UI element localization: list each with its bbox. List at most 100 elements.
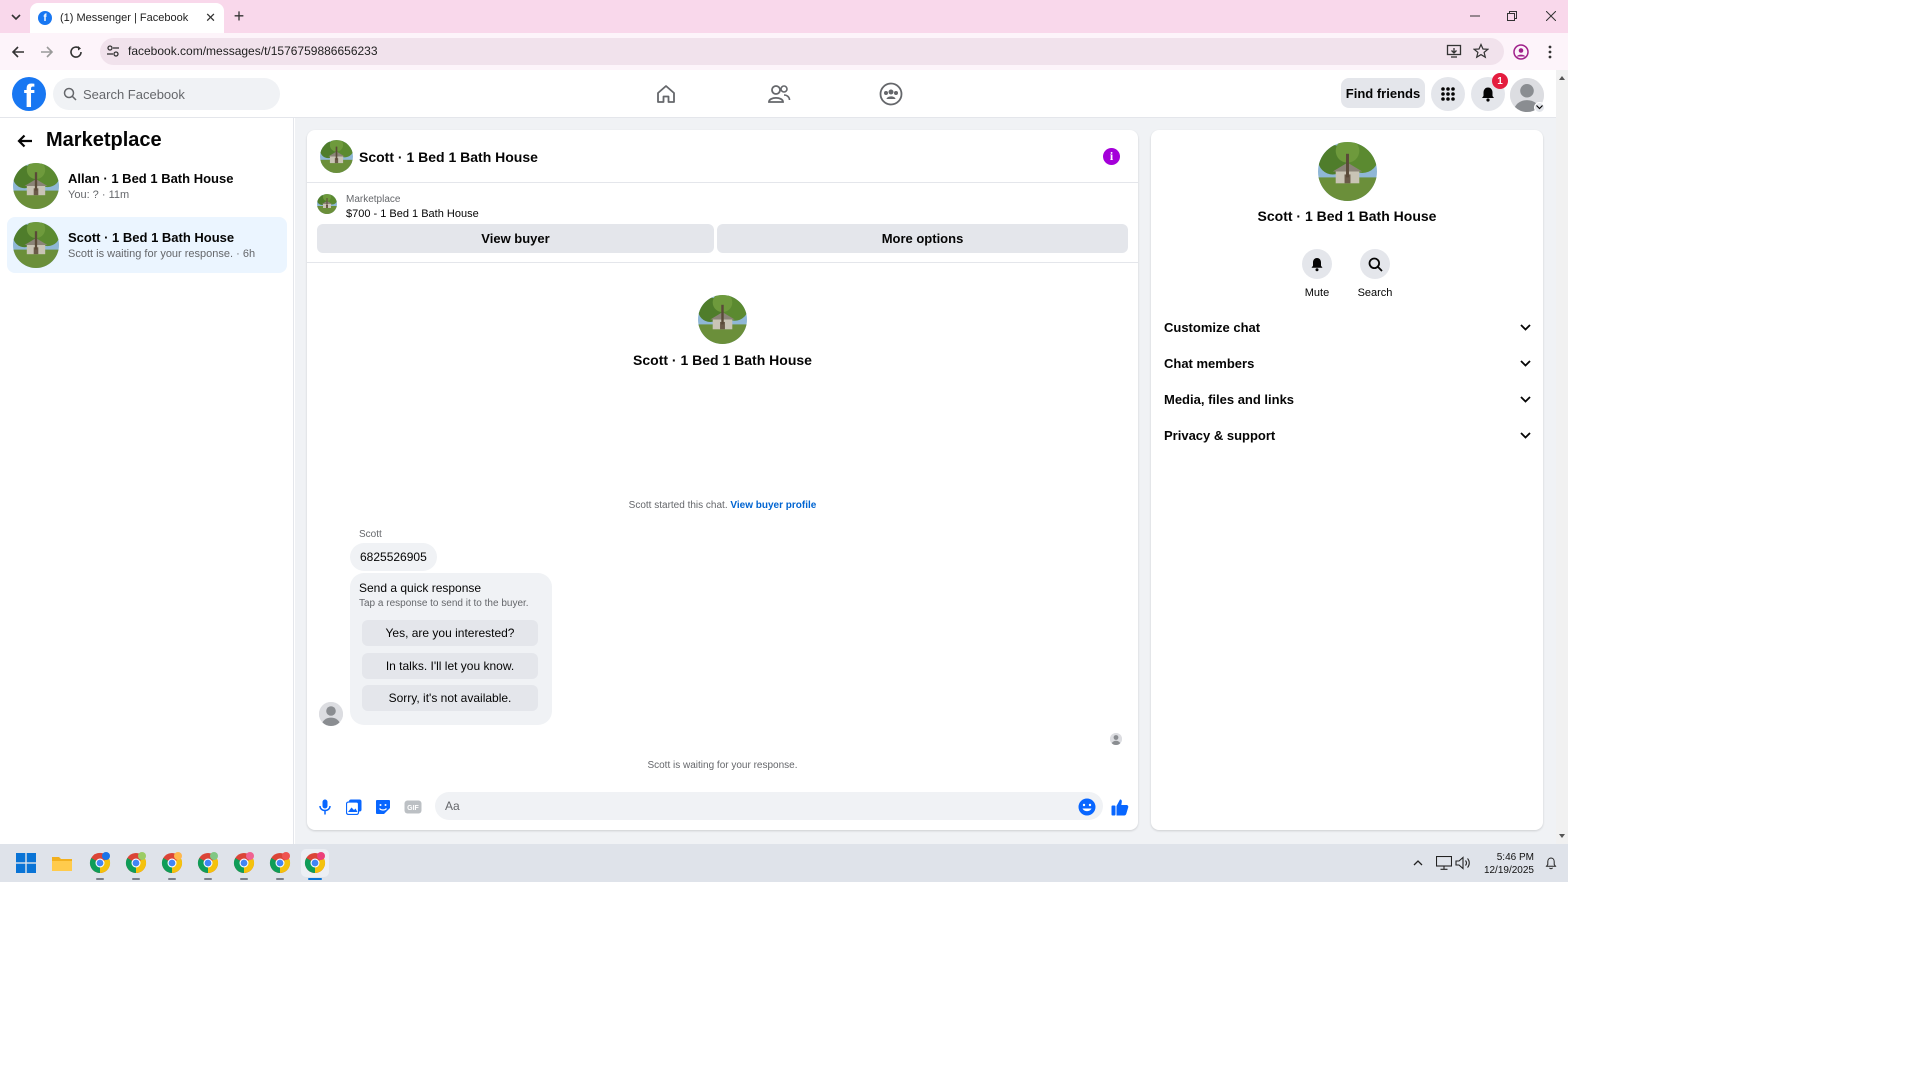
chat-header-thumbnail[interactable] [320, 140, 353, 173]
groups-icon[interactable] [876, 80, 906, 108]
url-text: facebook.com/messages/t/1576759886656233 [128, 44, 378, 58]
privacy-support-section[interactable]: Privacy & support [1164, 420, 1531, 450]
mute-action[interactable]: Mute [1287, 249, 1347, 299]
divider [307, 262, 1138, 263]
reload-icon[interactable] [66, 42, 86, 62]
quick-response-option[interactable]: In talks. I'll let you know. [362, 653, 538, 679]
bell-icon[interactable] [1302, 249, 1332, 279]
facebook-logo-icon[interactable]: f [12, 77, 46, 111]
notification-center-bell-icon[interactable] [1537, 849, 1565, 877]
view-buyer-profile-link[interactable]: View buyer profile [730, 500, 816, 511]
chat-started-notice: Scott started this chat. View buyer prof… [307, 500, 1138, 511]
details-thumbnail[interactable] [1318, 142, 1377, 201]
friends-icon[interactable] [764, 80, 794, 108]
chrome-profile-icon[interactable] [158, 849, 186, 877]
waiting-notice: Scott is waiting for your response. [647, 760, 798, 771]
minimize-icon[interactable] [1463, 5, 1487, 27]
find-friends-button[interactable]: Find friends [1341, 78, 1425, 108]
restore-icon[interactable] [1500, 5, 1524, 27]
listing-summary[interactable]: Marketplace $700 - 1 Bed 1 Bath House [317, 194, 479, 220]
sender-avatar[interactable] [319, 702, 343, 726]
listing-thumbnail [13, 222, 59, 268]
chat-details-panel: Scott · 1 Bed 1 Bath House Mute Search C… [1151, 130, 1543, 830]
home-icon[interactable] [651, 80, 681, 108]
browser-menu-icon[interactable] [1540, 42, 1560, 62]
show-hidden-icons-chevron-icon[interactable] [1404, 849, 1432, 877]
account-chevron-icon[interactable] [1534, 102, 1545, 113]
browser-tab-strip: f (1) Messenger | Facebook ✕ + [0, 0, 1568, 33]
message-input-box[interactable] [435, 792, 1103, 820]
message-input[interactable] [445, 799, 1045, 813]
chrome-profile-icon[interactable] [194, 849, 222, 877]
sidebar-header: Marketplace [16, 129, 162, 152]
browser-tab-messenger[interactable]: f (1) Messenger | Facebook ✕ [30, 3, 224, 33]
microphone-icon[interactable] [315, 797, 335, 817]
conversation-item-allan[interactable]: Allan · 1 Bed 1 Bath House You: ? · 11m [7, 158, 287, 214]
media-files-links-section[interactable]: Media, files and links [1164, 384, 1531, 414]
more-options-button[interactable]: More options [717, 224, 1128, 253]
tab-close-icon[interactable]: ✕ [205, 10, 216, 26]
quick-response-option[interactable]: Sorry, it's not available. [362, 685, 538, 711]
quick-response-option[interactable]: Yes, are you interested? [362, 620, 538, 646]
volume-icon[interactable] [1449, 849, 1477, 877]
active-indicator [308, 878, 322, 880]
chrome-profile-icon-active[interactable] [301, 849, 329, 877]
windows-start-icon[interactable] [12, 849, 40, 877]
gif-icon[interactable]: GIF [403, 797, 423, 817]
svg-text:GIF: GIF [407, 805, 419, 812]
conversation-item-scott[interactable]: Scott · 1 Bed 1 Bath House Scott is wait… [7, 217, 287, 273]
customize-chat-section[interactable]: Customize chat [1164, 312, 1531, 342]
quick-response-title: Send a quick response [359, 581, 482, 595]
quick-response-subtitle: Tap a response to send it to the buyer. [359, 598, 529, 609]
chrome-profile-icon[interactable] [266, 849, 294, 877]
back-arrow-icon[interactable] [16, 132, 34, 150]
search-action[interactable]: Search [1345, 249, 1405, 299]
window-close-icon[interactable] [1539, 5, 1563, 27]
back-arrow-icon[interactable] [8, 42, 28, 62]
message-bubble[interactable]: 6825526905 [350, 543, 437, 571]
conversation-name: Allan · 1 Bed 1 Bath House [68, 171, 234, 186]
running-indicator [204, 878, 212, 880]
profile-icon[interactable] [1511, 42, 1531, 62]
install-app-icon[interactable] [1446, 43, 1462, 59]
forward-arrow-icon[interactable] [37, 42, 57, 62]
site-settings-icon[interactable] [106, 44, 120, 58]
search-icon[interactable] [1360, 249, 1390, 279]
sidebar-title: Marketplace [46, 129, 162, 151]
facebook-search-box[interactable] [53, 78, 280, 110]
message-sender: Scott [359, 529, 382, 540]
listing-source: Marketplace [346, 194, 401, 205]
chevron-down-icon [1520, 431, 1531, 439]
file-explorer-icon[interactable] [48, 849, 76, 877]
sticker-icon[interactable] [373, 797, 393, 817]
running-indicator [96, 878, 104, 880]
address-bar[interactable]: facebook.com/messages/t/1576759886656233 [100, 38, 1504, 65]
thumbs-up-like-icon[interactable] [1110, 797, 1130, 817]
menu-grid-icon[interactable] [1431, 77, 1465, 111]
tab-title: (1) Messenger | Facebook [60, 12, 189, 24]
tab-search-chevron-icon[interactable] [6, 7, 26, 27]
clock-time: 5:46 PM [1496, 852, 1534, 863]
chat-members-section[interactable]: Chat members [1164, 348, 1531, 378]
clock-date: 12/19/2025 [1483, 865, 1534, 876]
emoji-icon[interactable] [1077, 797, 1097, 817]
bookmark-star-icon[interactable] [1473, 43, 1489, 59]
new-tab-plus-icon[interactable]: + [229, 7, 249, 27]
photo-icon[interactable] [344, 797, 364, 817]
page-scrollbar[interactable] [1556, 70, 1568, 844]
chat-header-title[interactable]: Scott · 1 Bed 1 Bath House [359, 149, 538, 165]
seen-receipt-avatar [1110, 733, 1122, 745]
chrome-profile-icon[interactable] [122, 849, 150, 877]
info-icon[interactable]: i [1103, 148, 1120, 165]
mute-label: Mute [1304, 287, 1330, 299]
facebook-search-input[interactable] [83, 86, 263, 102]
running-indicator [240, 878, 248, 880]
chrome-profile-icon[interactable] [230, 849, 258, 877]
view-buyer-button[interactable]: View buyer [317, 224, 714, 253]
search-label: Search [1357, 287, 1393, 299]
chrome-profile-icon[interactable] [86, 849, 114, 877]
system-clock[interactable]: 5:46 PM 12/19/2025 [1478, 851, 1534, 877]
details-name: Scott · 1 Bed 1 Bath House [1257, 208, 1437, 224]
marketplace-sidebar: Marketplace Allan · 1 Bed 1 Bath House Y… [0, 118, 294, 844]
section-label: Media, files and links [1164, 391, 1295, 407]
